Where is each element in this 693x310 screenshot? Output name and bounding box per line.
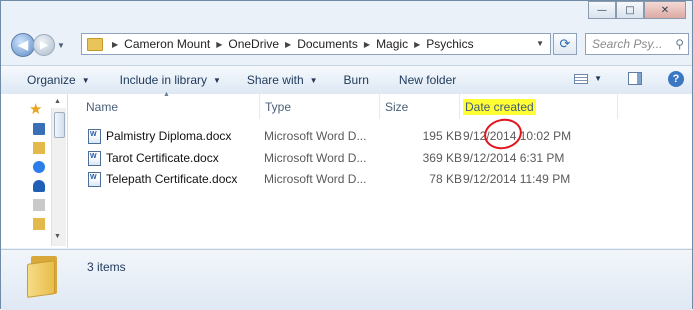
- word-document-icon: [88, 128, 101, 144]
- breadcrumb-cameron-mount[interactable]: Cameron Mount: [124, 37, 210, 51]
- close-icon: ✕: [660, 4, 670, 16]
- breadcrumb-separator[interactable]: ▶: [216, 40, 222, 49]
- address-bar[interactable]: ▶ Cameron Mount ▶ OneDrive ▶ Documents ▶…: [81, 33, 551, 55]
- column-header-name-label: Name: [86, 99, 119, 114]
- file-list: ▲ Name Type Size Date created Palmistry …: [68, 91, 692, 248]
- breadcrumb-separator[interactable]: ▶: [112, 40, 118, 49]
- file-date-created: 9/12/2014 11:49 PM: [463, 172, 571, 186]
- view-controls: ▼: [574, 72, 642, 85]
- share-with-button[interactable]: Share with ▼: [231, 73, 328, 87]
- preview-pane-icon[interactable]: [628, 72, 642, 85]
- file-name-cell: Telepath Certificate.docx: [88, 171, 238, 187]
- change-view-icon[interactable]: [574, 73, 589, 84]
- item-count: 3 items: [87, 260, 126, 274]
- dropbox-icon[interactable]: [33, 161, 45, 173]
- explorer-window: — □ ✕ ◀ ▶ ▼ ▶ Cameron Mount ▶ OneDrive ▶…: [0, 0, 693, 310]
- table-row[interactable]: Tarot Certificate.docx Microsoft Word D.…: [68, 148, 692, 168]
- word-document-icon: [88, 150, 101, 166]
- navigation-buttons: ◀ ▶ ▼: [11, 33, 65, 57]
- file-type: Microsoft Word D...: [264, 151, 367, 165]
- organize-button[interactable]: Organize ▼: [1, 73, 100, 87]
- forward-button[interactable]: ▶: [33, 34, 55, 56]
- back-arrow-icon: ◀: [18, 37, 28, 52]
- chevron-down-icon[interactable]: ▼: [594, 74, 602, 83]
- word-document-icon: [88, 171, 101, 187]
- address-history-dropdown-icon[interactable]: ▼: [536, 39, 544, 48]
- back-button[interactable]: ◀: [11, 33, 35, 57]
- breadcrumb-separator[interactable]: ▶: [364, 40, 370, 49]
- forward-arrow-icon: ▶: [40, 39, 48, 51]
- file-name: Telepath Certificate.docx: [106, 172, 238, 186]
- maximize-button[interactable]: □: [616, 1, 644, 19]
- search-placeholder: Search Psy...: [592, 37, 663, 51]
- breadcrumb-separator[interactable]: ▶: [285, 40, 291, 49]
- breadcrumb-documents[interactable]: Documents: [297, 37, 358, 51]
- burn-button[interactable]: Burn: [328, 73, 379, 87]
- minimize-icon: —: [597, 4, 607, 16]
- file-size: 78 KB: [429, 172, 462, 186]
- new-folder-label: New folder: [398, 73, 457, 87]
- file-size: 195 KB: [422, 129, 462, 143]
- scroll-up-icon[interactable]: ▲: [54, 98, 61, 105]
- breadcrumb-separator[interactable]: ▶: [414, 40, 420, 49]
- navigation-pane-icons: ★: [29, 102, 45, 230]
- breadcrumb-psychics[interactable]: Psychics: [426, 37, 473, 51]
- command-bar: Organize ▼ Include in library ▼ Share with…: [1, 65, 692, 95]
- recent-places-icon[interactable]: [33, 199, 45, 211]
- column-header-type-label: Type: [265, 99, 292, 114]
- file-date-created: 9/12/2014 6:31 PM: [463, 151, 565, 165]
- table-row[interactable]: Palmistry Diploma.docx Microsoft Word D.…: [68, 126, 692, 146]
- column-header-size[interactable]: Size: [380, 94, 460, 119]
- details-pane: 3 items: [1, 249, 692, 310]
- refresh-icon: ⟳: [559, 36, 571, 51]
- file-name: Palmistry Diploma.docx: [106, 129, 232, 143]
- include-in-library-label: Include in library: [119, 73, 207, 87]
- scroll-down-icon[interactable]: ▼: [54, 233, 61, 240]
- share-with-label: Share with: [246, 73, 304, 87]
- breadcrumb-onedrive[interactable]: OneDrive: [228, 37, 279, 51]
- folder-icon: [87, 37, 103, 51]
- maximize-icon: □: [625, 4, 635, 16]
- help-icon[interactable]: ?: [668, 71, 684, 87]
- folder-icon: [27, 256, 59, 298]
- libraries-folder-icon[interactable]: [33, 218, 45, 230]
- scrollbar-thumb[interactable]: [54, 112, 65, 138]
- column-header-size-label: Size: [385, 99, 409, 114]
- file-name-cell: Tarot Certificate.docx: [88, 150, 219, 166]
- minimize-button[interactable]: —: [588, 1, 616, 19]
- onedrive-icon[interactable]: [33, 180, 45, 192]
- chevron-down-icon: ▼: [309, 75, 318, 85]
- file-type: Microsoft Word D...: [264, 172, 367, 186]
- file-name-cell: Palmistry Diploma.docx: [88, 128, 232, 144]
- favorites-star-icon[interactable]: ★: [29, 102, 42, 117]
- breadcrumb-magic[interactable]: Magic: [376, 37, 408, 51]
- window-caption-buttons: — □ ✕: [588, 1, 686, 19]
- column-header-name[interactable]: Name: [68, 94, 260, 119]
- column-header-date-created[interactable]: Date created: [460, 94, 618, 119]
- navigation-pane: ★ ▲ ▼: [1, 94, 68, 248]
- organize-label: Organize: [27, 73, 76, 87]
- file-size: 369 KB: [422, 151, 462, 165]
- chevron-down-icon: ▼: [213, 75, 221, 85]
- close-button[interactable]: ✕: [644, 1, 686, 19]
- new-folder-button[interactable]: New folder: [379, 73, 466, 87]
- column-header-date-created-label: Date created: [463, 98, 536, 115]
- table-row[interactable]: Telepath Certificate.docx Microsoft Word…: [68, 169, 692, 189]
- search-box[interactable]: Search Psy... ⚲: [585, 33, 689, 55]
- navigation-scrollbar[interactable]: ▲ ▼: [51, 98, 66, 246]
- column-header-type[interactable]: Type: [260, 94, 380, 119]
- search-icon[interactable]: ⚲: [675, 37, 684, 51]
- refresh-button[interactable]: ⟳: [553, 33, 577, 55]
- chevron-down-icon: ▼: [81, 75, 90, 85]
- downloads-folder-icon[interactable]: [33, 142, 45, 154]
- recent-pages-dropdown[interactable]: ▼: [57, 41, 65, 50]
- desktop-icon[interactable]: [33, 123, 45, 135]
- burn-label: Burn: [343, 73, 369, 87]
- include-in-library-button[interactable]: Include in library ▼: [100, 73, 231, 87]
- file-type: Microsoft Word D...: [264, 129, 367, 143]
- file-name: Tarot Certificate.docx: [106, 151, 219, 165]
